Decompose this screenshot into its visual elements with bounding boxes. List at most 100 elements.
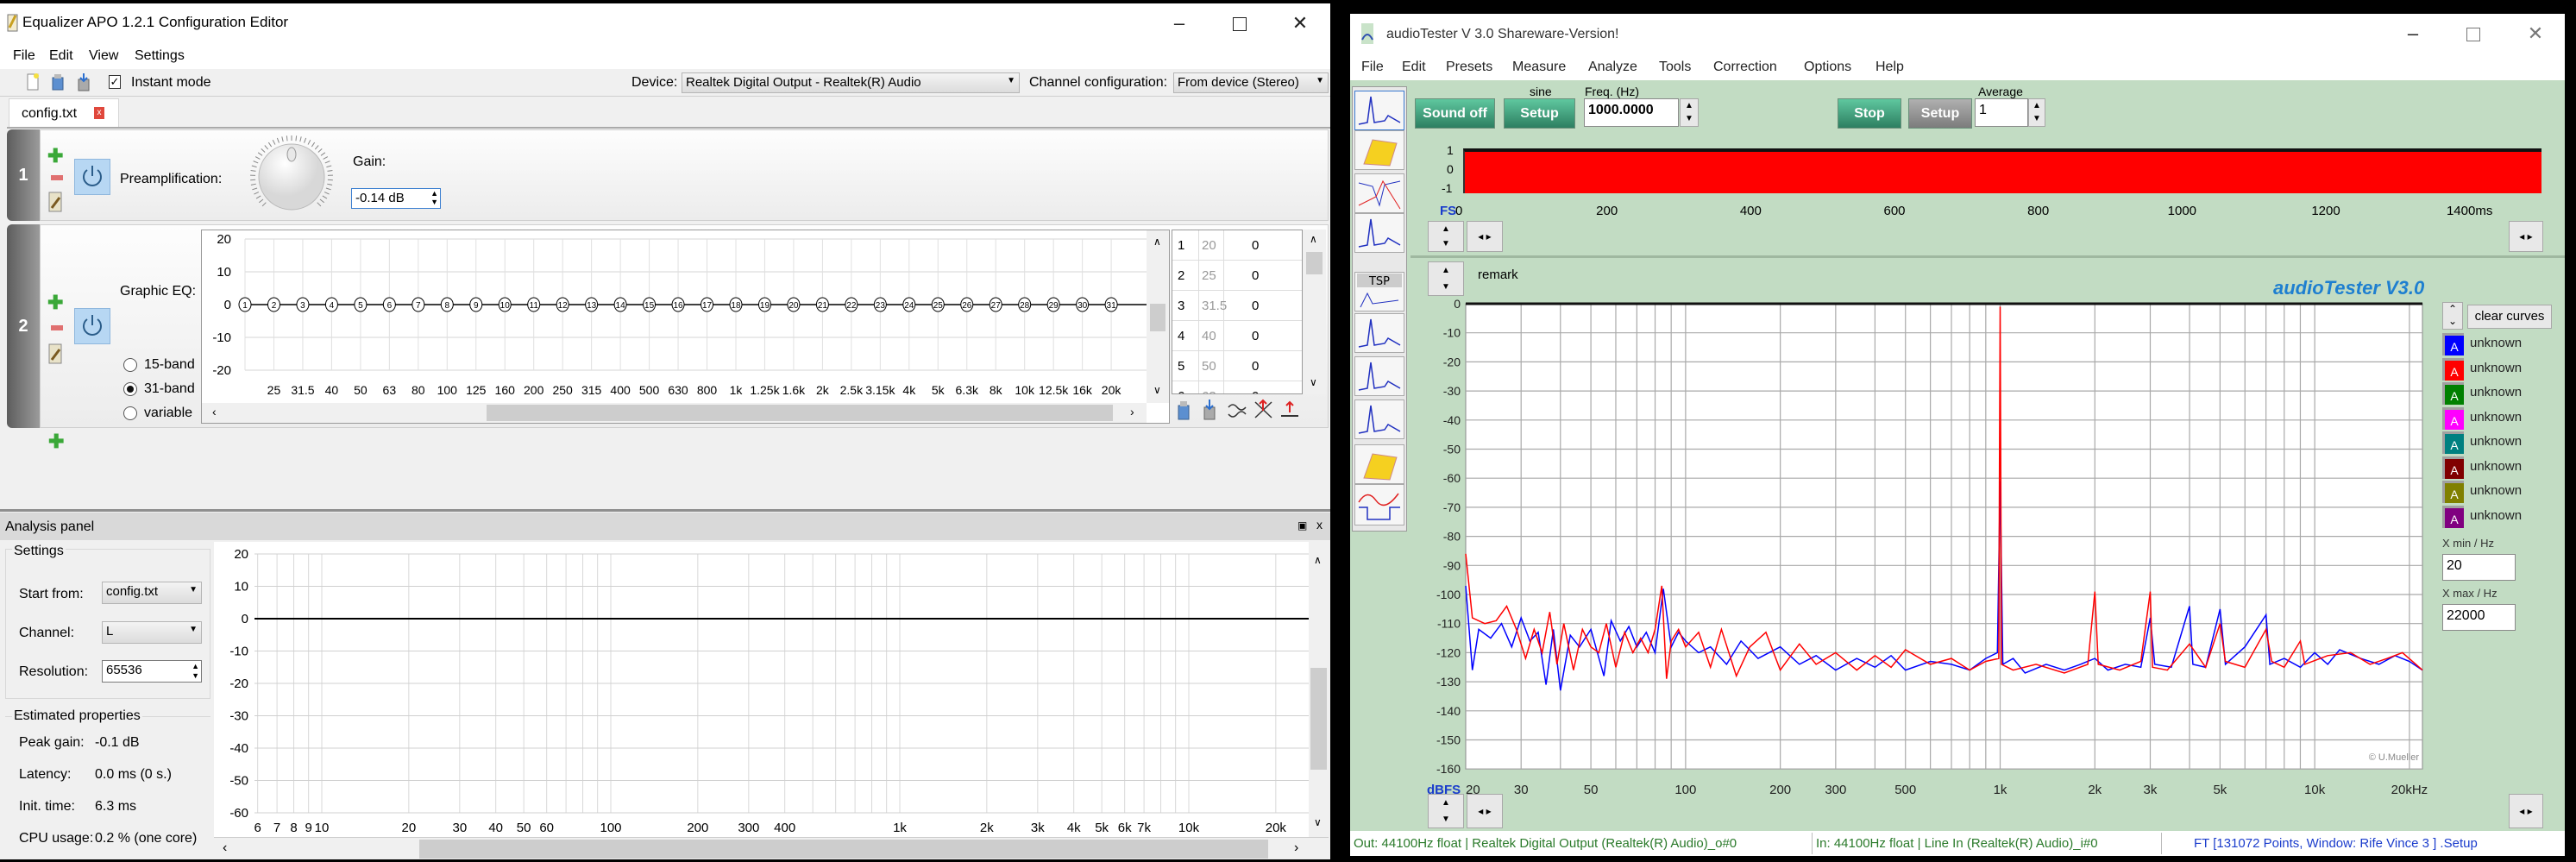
open-file-icon[interactable] [50, 72, 66, 91]
radio-variable[interactable] [123, 406, 137, 420]
add-filter-icon[interactable]: ✚ [47, 293, 63, 312]
scroll-left-icon[interactable]: ‹ [223, 840, 227, 856]
stop-button[interactable]: Stop [1838, 98, 1901, 129]
power-toggle-button[interactable] [74, 308, 110, 344]
legend-scroll-button[interactable]: ⌃ ⌄ [2442, 302, 2463, 330]
curve-color-swatch[interactable]: A [2442, 333, 2464, 355]
remark-spinner[interactable]: ▲ ▼ [1428, 261, 1464, 296]
scroll-up-icon[interactable]: ∧ [1310, 233, 1317, 245]
radio-31-band[interactable] [123, 382, 137, 396]
load-icon[interactable] [1175, 399, 1194, 421]
start-from-select[interactable]: config.txt ▼ [102, 582, 202, 604]
menu-settings[interactable]: Settings [135, 48, 185, 64]
analysis-chart[interactable]: 20100-10-20-30-40-50-606 7 8 9 10 20 30 40 50 60 1… [214, 542, 1309, 837]
table-vertical-scrollbar[interactable]: ∧ ∨ [1303, 230, 1326, 394]
signal-setup-button[interactable]: Setup [1504, 98, 1575, 129]
menu-presets[interactable]: Presets [1446, 60, 1492, 75]
curve-color-swatch[interactable]: A [2442, 481, 2464, 503]
menu-edit[interactable]: Edit [49, 48, 73, 64]
clear-curves-button[interactable]: clear curves [2467, 305, 2552, 329]
menu-view[interactable]: View [89, 48, 118, 64]
scroll-up-icon[interactable]: ∧ [1314, 554, 1322, 566]
scrollbar-thumb[interactable] [1150, 304, 1165, 331]
freq-zoom-button[interactable]: ◂ ▸ [2509, 794, 2543, 828]
spin-arrows-icon[interactable]: ▲ ▼ [430, 189, 438, 206]
eq-horizontal-scrollbar[interactable]: ‹ › [202, 403, 1147, 423]
table-row[interactable]: 3 31.5 0 [1172, 291, 1302, 321]
menu-file[interactable]: File [1361, 60, 1384, 75]
curve-color-swatch[interactable]: A [2442, 505, 2464, 528]
menu-options[interactable]: Options [1804, 60, 1851, 75]
reset-icon[interactable] [1279, 399, 1301, 421]
device-select[interactable]: Realtek Digital Output - Realtek(R) Audi… [682, 72, 1020, 93]
scroll-right-icon[interactable]: › [1130, 405, 1134, 418]
average-spinner[interactable]: ▲ ▼ [2028, 98, 2045, 127]
spectrum-chart[interactable]: 0 -10 -20 -30 -40 -50 -60 -70 -80 -90 -100 -110 -120… [1415, 293, 2433, 802]
analyzer-setup-button[interactable]: Setup [1908, 98, 1972, 129]
scrollbar-thumb[interactable] [419, 840, 1268, 859]
scrollbar-thumb[interactable] [1310, 668, 1327, 770]
xmax-input[interactable]: 22000 [2442, 604, 2516, 631]
frequency-spinner[interactable]: ▲ ▼ [1680, 98, 1699, 127]
add-filter-icon[interactable]: ✚ [47, 147, 63, 166]
spin-arrows-icon[interactable]: ▲ ▼ [192, 662, 199, 681]
band-table[interactable]: 12002250331.50440055006630 [1172, 230, 1303, 394]
frequency-input[interactable]: 1000.0000 [1584, 98, 1679, 127]
sound-off-button[interactable]: Sound off [1415, 98, 1495, 129]
scrollbar-thumb[interactable] [1306, 252, 1323, 274]
scroll-left-icon[interactable]: ‹ [212, 405, 217, 418]
minimize-button[interactable]: – [2396, 21, 2430, 47]
curve-color-swatch[interactable]: A [2442, 357, 2464, 381]
close-button[interactable]: ✕ [2518, 21, 2553, 47]
normalize-icon[interactable] [1253, 399, 1275, 421]
menu-tools[interactable]: Tools [1659, 60, 1691, 75]
impedance-curve-mode-button[interactable] [1354, 356, 1404, 396]
scroll-down-icon[interactable]: ∨ [1153, 384, 1161, 396]
speaker-waterfall-mode-button[interactable] [1354, 444, 1404, 484]
menu-edit[interactable]: Edit [1402, 60, 1426, 75]
new-file-icon[interactable] [26, 72, 40, 91]
scroll-right-icon[interactable]: › [1294, 840, 1298, 856]
scrollbar-thumb[interactable] [487, 405, 1113, 421]
gain-input[interactable]: -0.14 dB ▲ ▼ [351, 188, 441, 209]
analysis-horizontal-scrollbar[interactable]: ‹ › [214, 837, 1329, 859]
close-button[interactable]: ✕ [1283, 10, 1317, 36]
splitter[interactable] [0, 509, 1330, 512]
curve-color-swatch[interactable]: A [2442, 406, 2464, 430]
time-amplitude-spinner[interactable]: ▲ ▼ [1428, 221, 1464, 252]
maximize-button[interactable] [1222, 10, 1257, 36]
scroll-down-icon[interactable]: ∨ [1314, 816, 1322, 828]
menu-help[interactable]: Help [1875, 60, 1904, 75]
menu-analyze[interactable]: Analyze [1588, 60, 1637, 75]
xmin-input[interactable]: 20 [2442, 554, 2516, 581]
float-panel-icon[interactable]: ▣ [1297, 519, 1307, 532]
save-icon[interactable] [1201, 399, 1220, 421]
graphic-eq-chart[interactable]: 20 10 0 -10 -20 1 2 25 3 31.5 4 40 5 50 6 63 7 80 8 100 9 125… [201, 230, 1170, 424]
channel-config-select[interactable]: From device (Stereo) ▼ [1173, 72, 1329, 93]
tsp-mode-button[interactable]: TSP [1354, 272, 1404, 311]
remove-filter-icon[interactable] [51, 325, 63, 330]
power-toggle-button[interactable] [74, 159, 110, 195]
close-tab-icon[interactable]: x [94, 107, 104, 119]
table-row[interactable]: 1 20 0 [1172, 230, 1302, 261]
eq-band-graph[interactable]: 20100-10-201 225331.544055066378081009125… [202, 230, 1147, 403]
scroll-down-icon[interactable]: ∨ [1310, 376, 1317, 388]
table-row[interactable]: 5 50 0 [1172, 351, 1302, 381]
analysis-vertical-scrollbar[interactable]: ∧ ∨ [1309, 542, 1329, 837]
menu-measure[interactable]: Measure [1512, 60, 1566, 75]
scope-mode-button[interactable] [1354, 484, 1404, 525]
menu-file[interactable]: File [13, 48, 35, 64]
speaker-response-mode-button[interactable] [1354, 400, 1404, 439]
remove-filter-icon[interactable] [51, 175, 63, 180]
curve-color-swatch[interactable]: A [2442, 431, 2464, 454]
average-input[interactable]: 1 [1975, 98, 2028, 127]
tab-config-txt[interactable]: config.txt x [9, 98, 119, 128]
table-row[interactable]: 6 63 0 [1172, 381, 1302, 393]
eq-vertical-scrollbar[interactable]: ∧ ∨ [1147, 230, 1169, 403]
scroll-up-icon[interactable]: ∧ [1153, 236, 1161, 248]
edit-icon[interactable] [47, 343, 65, 365]
gain-knob[interactable] [244, 134, 339, 220]
distortion-mode-button[interactable] [1354, 313, 1404, 353]
spectrum-mode-button[interactable] [1354, 91, 1404, 130]
curve-color-swatch[interactable]: A [2442, 382, 2464, 405]
